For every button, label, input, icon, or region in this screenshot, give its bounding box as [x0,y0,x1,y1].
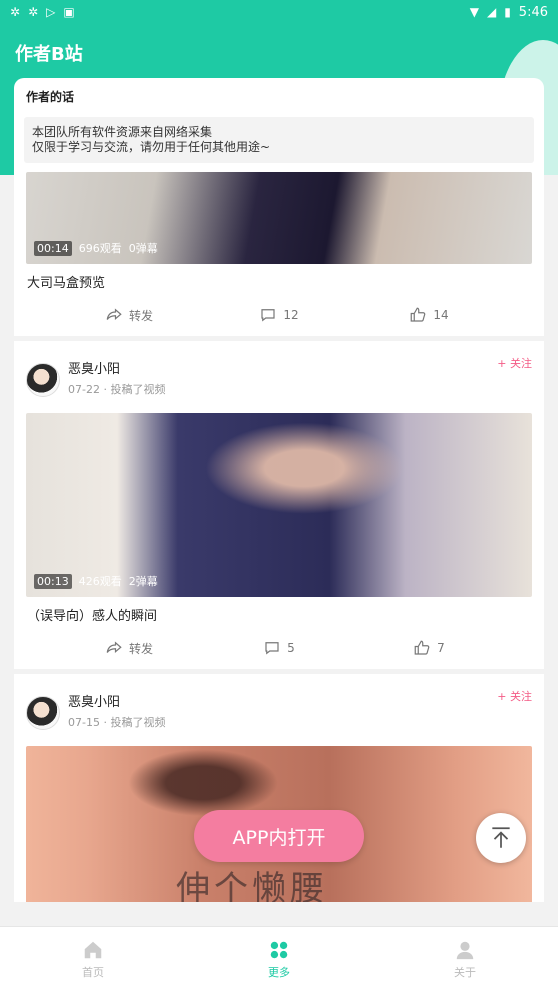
video-caption[interactable]: （误导向）感人的瞬间 [14,597,544,627]
nav-item-home[interactable]: 首页 [0,927,186,992]
comment-icon [261,309,275,322]
scroll-to-top-button[interactable] [476,813,526,863]
wifi-icon: ▼ [469,5,479,19]
user-icon [456,941,474,960]
share-label: 转发 [128,641,153,656]
home-icon [84,941,102,959]
battery-icon: ▮ [504,5,511,19]
nav-more-label: 更多 [268,966,290,979]
share-icon [106,641,122,654]
play-store-icon: ▷ [46,5,56,19]
arrow-up-icon [492,827,510,848]
post-meta: 07-22 · 投稿了视频 [68,382,166,396]
author-name[interactable]: 恶臭小阳 [68,358,165,377]
no-signal-icon: ◢ [486,5,497,19]
comment-button[interactable]: 12 [204,306,354,324]
follow-button[interactable]: + 关注 [497,688,532,704]
video-thumbnail[interactable]: 00:14 696观看 0弹幕 [26,172,532,264]
post-card: 恶臭小阳 07-22 · 投稿了视频 + 关注 00:13 426观看 2弹幕 … [14,341,544,669]
page-title: 作者B站 [15,44,83,65]
view-count: 426观看 [78,575,122,588]
video-overlay-text: 伸个懒腰 [176,869,328,902]
grid-icon [270,941,288,959]
share-button[interactable]: 转发 [54,306,204,324]
like-button[interactable]: 14 [354,306,504,324]
a-icon: ▣ [63,5,75,19]
nav-item-about[interactable]: 关于 [372,927,558,992]
status-time: 5:46 [518,4,548,20]
post-actions: 转发 5 7 [14,627,544,669]
author-note-title: 作者的话 [26,90,75,104]
like-count: 14 [433,308,449,322]
comment-icon [265,642,279,655]
post-meta: 07-15 · 投稿了视频 [68,715,166,729]
avatar[interactable] [26,696,60,730]
video-thumbnail[interactable]: 00:13 426观看 2弹幕 [26,413,532,597]
comment-count: 12 [283,308,299,322]
nav-item-more[interactable]: 更多 [186,927,372,992]
follow-button[interactable]: + 关注 [497,355,532,371]
danmaku-count: 2弹幕 [128,575,158,588]
share-icon [106,308,122,321]
author-name[interactable]: 恶臭小阳 [68,691,165,710]
post-card: 00:14 696观看 0弹幕 大司马盒预览 转发 12 14 [14,172,544,336]
post-actions: 转发 12 14 [14,294,544,336]
open-in-app-button[interactable]: APP内打开 [194,810,364,862]
bottom-navigation: 首页 更多 关于 [0,926,558,992]
avatar[interactable] [26,363,60,397]
share-label: 转发 [128,308,153,323]
nav-about-label: 关于 [454,966,476,979]
post-header: 恶臭小阳 07-15 · 投稿了视频 + 关注 [14,674,544,746]
video-duration: 00:14 [34,240,72,256]
share-button[interactable]: 转发 [54,639,204,657]
post-header: 恶臭小阳 07-22 · 投稿了视频 + 关注 [14,341,544,413]
video-feed[interactable]: 00:14 696观看 0弹幕 大司马盒预览 转发 12 14 恶臭小阳 07-… [14,172,544,902]
bug-icon: ✲ [28,5,39,19]
author-note-line: 仅限于学习与交流，请勿用于任何其他用途~ [32,140,271,154]
post-card: 恶臭小阳 07-15 · 投稿了视频 + 关注 伸个懒腰 [14,674,544,902]
danmaku-count: 0弹幕 [128,242,158,255]
video-caption[interactable]: 大司马盒预览 [14,264,544,294]
author-note-box: 本团队所有软件资源来自网络采集 仅限于学习与交流，请勿用于任何其他用途~ [24,117,534,163]
bug-icon: ✲ [10,5,21,19]
status-bar: ✲ ✲ ▷ ▣ ▼ ◢ ▮ 5:46 [0,0,558,24]
like-button[interactable]: 7 [354,639,504,657]
view-count: 696观看 [78,242,122,255]
comment-count: 5 [287,641,295,655]
nav-home-label: 首页 [82,966,104,979]
author-note-card: 作者的话 本团队所有软件资源来自网络采集 仅限于学习与交流，请勿用于任何其他用途… [14,78,544,178]
author-note-line: 本团队所有软件资源来自网络采集 [32,125,213,139]
like-count: 7 [437,641,445,655]
thumbs-up-icon [411,307,426,322]
thumbs-up-icon [414,640,430,655]
video-duration: 00:13 [34,573,72,589]
comment-button[interactable]: 5 [204,639,354,657]
